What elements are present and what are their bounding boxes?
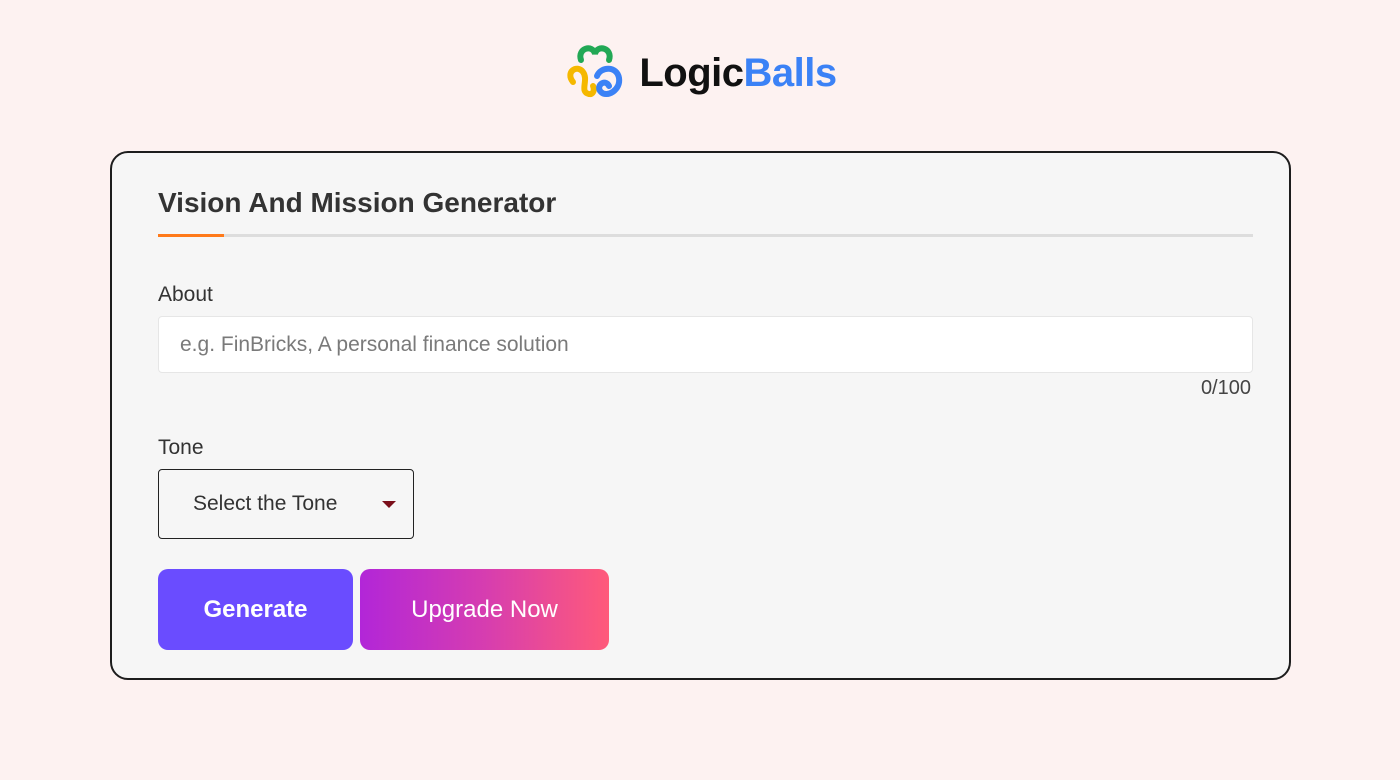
upgrade-now-button[interactable]: Upgrade Now (360, 569, 609, 650)
generator-card: Vision And Mission Generator About 0/100… (110, 151, 1291, 680)
brand-name-part2: Balls (743, 51, 838, 95)
tone-select[interactable]: Select the Tone (158, 469, 414, 539)
title-divider (158, 234, 1253, 237)
about-input[interactable] (158, 316, 1253, 373)
brand-name: LogicBalls (639, 51, 838, 95)
about-label: About (158, 283, 213, 306)
logo[interactable]: LogicBalls (563, 42, 838, 104)
logicballs-knot-icon (567, 45, 623, 98)
title-divider-accent (158, 234, 224, 237)
caret-down-icon (382, 501, 396, 508)
page-title: Vision And Mission Generator (158, 187, 557, 218)
tone-select-value: Select the Tone (193, 492, 338, 515)
tone-label: Tone (158, 436, 204, 459)
generate-button[interactable]: Generate (158, 569, 353, 650)
page-header: LogicBalls (0, 42, 1400, 104)
brand-name-part1: Logic (639, 51, 744, 95)
about-char-count: 0/100 (1200, 377, 1251, 399)
